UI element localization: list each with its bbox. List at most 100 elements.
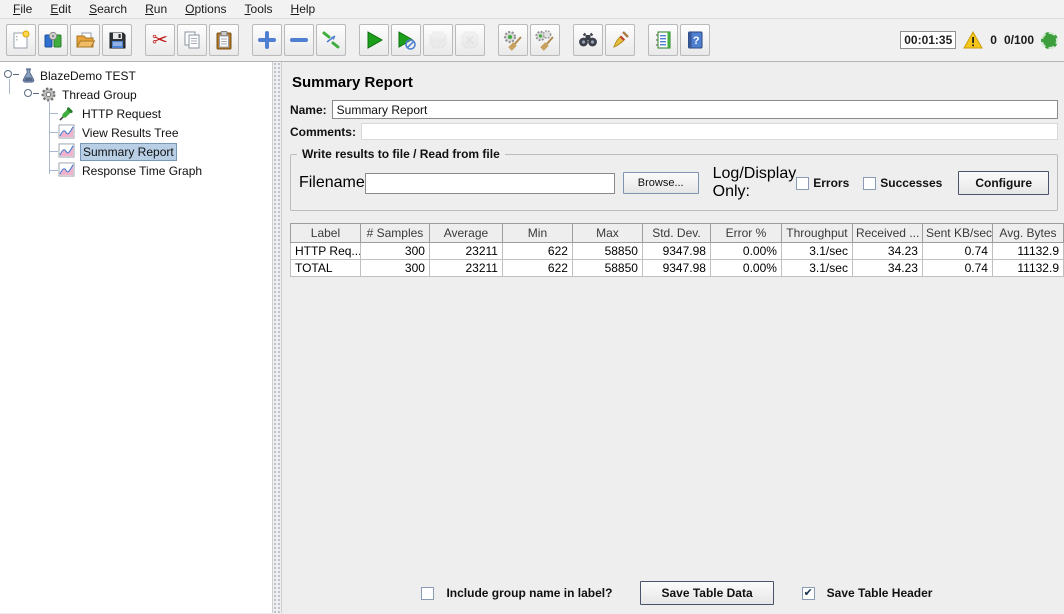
tree-node-http-request[interactable]: HTTP Request [0,104,272,123]
jmeter-window: FileEditSearchRunOptionsToolsHelp ✂ STOP?… [0,0,1064,614]
column-header-average[interactable]: Average [429,224,502,243]
column-header-max[interactable]: Max [572,224,642,243]
menu-edit[interactable]: Edit [41,1,80,17]
tree-expand-handle[interactable] [24,89,32,97]
shutdown-button [455,24,485,56]
plus-icon [256,29,278,51]
clear-all-button[interactable] [530,24,560,56]
cut-icon: ✂ [152,31,168,50]
search-button[interactable] [573,24,603,56]
column-header-min[interactable]: Min [502,224,572,243]
status-cluster: 00:01:35 0 0/100 [900,31,1058,49]
cut-button[interactable]: ✂ [145,24,175,56]
comments-input[interactable] [361,123,1058,140]
new-file-icon [10,29,32,51]
browse-button[interactable]: Browse... [623,172,699,194]
clear-button[interactable] [498,24,528,56]
warning-icon[interactable] [963,31,983,49]
table-cell: TOTAL [290,260,360,277]
tree-node-label: Response Time Graph [80,163,204,179]
test-plan-tree: BlazeDemo TEST Thread Group HTTP RequestVi… [0,62,272,613]
toggle-button[interactable] [316,24,346,56]
panel-splitter[interactable] [272,62,282,613]
menu-help[interactable]: Help [282,1,325,17]
table-row[interactable]: HTTP Req...30023211622588509347.980.00%3… [290,243,1063,260]
table-cell: 622 [502,243,572,260]
include-group-name-checkbox[interactable] [421,587,434,600]
templates-icon [42,29,64,51]
column-header-error-[interactable]: Error % [710,224,781,243]
toolbar-buttons: ✂ STOP? [6,19,712,61]
start-button[interactable] [359,24,389,56]
table-cell: 622 [502,260,572,277]
paste-button[interactable] [209,24,239,56]
tree-node-view-results-tree[interactable]: View Results Tree [0,123,272,142]
table-cell: 3.1/sec [781,243,852,260]
tree-node-label: BlazeDemo TEST [38,68,138,84]
menu-file[interactable]: File [4,1,41,17]
help-button[interactable]: ? [680,24,710,56]
search-reset-button[interactable] [605,24,635,56]
table-cell: 9347.98 [642,260,710,277]
column-header-sent-kb-sec[interactable]: Sent KB/sec [922,224,992,243]
tree-expand-handle[interactable] [4,70,12,78]
menu-options[interactable]: Options [176,1,235,17]
listener-icon [58,162,75,180]
tree-node-response-time-graph[interactable]: Response Time Graph [0,161,272,180]
menu-search[interactable]: Search [80,1,136,17]
tree-node-thread-group[interactable]: Thread Group [0,85,272,104]
column-header--samples[interactable]: # Samples [360,224,429,243]
remove-button[interactable] [284,24,314,56]
clear-icon [502,29,524,51]
table-cell: 0.00% [710,260,781,277]
add-button[interactable] [252,24,282,56]
save-table-header-label: Save Table Header [827,586,933,600]
errors-checkbox[interactable] [796,177,809,190]
menu-tools[interactable]: Tools [236,1,282,17]
save-table-header-checkbox[interactable] [802,587,815,600]
tree-node-summary-report[interactable]: Summary Report [0,142,272,161]
stop-icon: STOP [427,29,449,51]
copy-button[interactable] [177,24,207,56]
menu-run[interactable]: Run [136,1,176,17]
open-button[interactable] [70,24,100,56]
successes-checkbox[interactable] [863,177,876,190]
tree-node-label: HTTP Request [80,106,163,122]
table-cell: 34.23 [852,260,922,277]
function-helper-icon [652,29,674,51]
thread-group-icon [40,86,57,106]
name-label: Name: [290,103,327,117]
column-header-std-dev-[interactable]: Std. Dev. [642,224,710,243]
name-input[interactable] [332,100,1058,119]
tree-node-blazedemo-test[interactable]: BlazeDemo TEST [0,66,272,85]
save-button[interactable] [102,24,132,56]
table-row[interactable]: TOTAL30023211622588509347.980.00%3.1/sec… [290,260,1063,277]
copy-icon [181,29,203,51]
new-file-button[interactable] [6,24,36,56]
table-cell: 34.23 [852,243,922,260]
table-cell: 9347.98 [642,243,710,260]
configure-button[interactable]: Configure [958,171,1049,195]
function-helper-button[interactable] [648,24,678,56]
summary-table: Label# SamplesAverageMinMaxStd. Dev.Erro… [290,223,1064,277]
comments-label: Comments: [290,125,356,139]
column-header-label[interactable]: Label [290,224,360,243]
table-footer: Include group name in label? Save Table … [290,581,1064,613]
open-folder-icon [74,29,96,51]
table-cell: 0.74 [922,260,992,277]
clear-all-icon [534,29,556,51]
thread-count: 0/100 [1004,33,1034,47]
column-header-avg-bytes[interactable]: Avg. Bytes [992,224,1063,243]
http-request-icon [58,105,75,125]
tree-node-label: Thread Group [60,87,139,103]
svg-text:?: ? [693,35,700,47]
save-table-data-button[interactable]: Save Table Data [640,581,773,605]
listener-icon [58,124,75,142]
start-no-pauses-button[interactable] [391,24,421,56]
filename-input[interactable] [365,173,615,194]
table-cell: 11132.9 [992,260,1063,277]
table-cell: 0.74 [922,243,992,260]
column-header-received-[interactable]: Received ... [852,224,922,243]
templates-button[interactable] [38,24,68,56]
column-header-throughput[interactable]: Throughput [781,224,852,243]
